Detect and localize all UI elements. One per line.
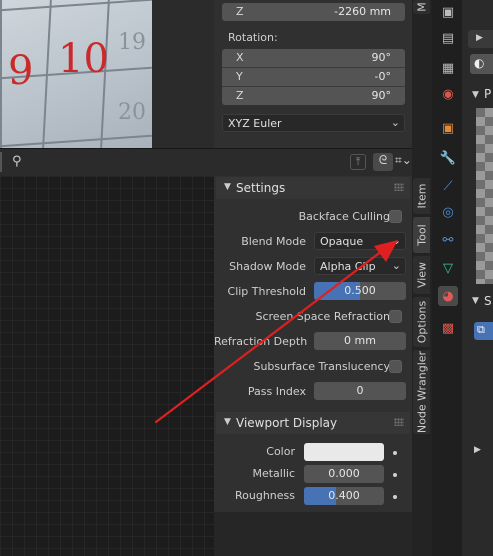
annotation-arrow [154,240,398,424]
